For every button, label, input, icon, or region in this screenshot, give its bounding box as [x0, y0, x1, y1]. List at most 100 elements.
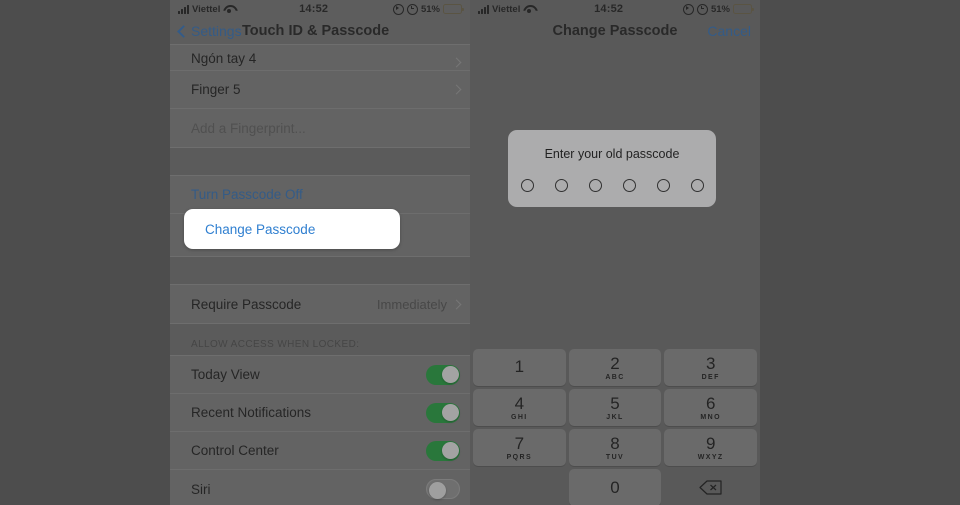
allow-access-header: ALLOW ACCESS WHEN LOCKED: — [170, 324, 470, 355]
list-item[interactable]: Finger 5 — [170, 71, 470, 109]
siri-toggle[interactable] — [426, 479, 460, 499]
list-item[interactable]: Today View — [170, 356, 470, 394]
change-passcode-phone-panel: Viettel 14:52 51% Change Passcode Cancel… — [470, 0, 760, 505]
location-arrow-icon — [682, 3, 694, 15]
today-view-toggle[interactable] — [426, 364, 460, 385]
add-fingerprint-item[interactable]: Add a Fingerprint... — [170, 109, 470, 147]
fingerprint-label: Finger 5 — [191, 82, 241, 97]
list-item[interactable]: Control Center — [170, 432, 470, 470]
fingerprints-group: Ngón tay 4 Finger 5 Add a Fingerprint... — [170, 44, 470, 148]
key-letters: GHI — [511, 413, 528, 421]
passcode-dot — [588, 179, 602, 192]
change-passcode-label: Change Passcode — [205, 221, 316, 237]
status-bar-left: Viettel 14:52 51% — [170, 0, 470, 18]
page-title: Touch ID & Passcode — [242, 23, 390, 39]
passcode-prompt: Enter your old passcode — [544, 147, 680, 161]
carrier-label: Viettel — [492, 3, 521, 15]
list-item[interactable]: Ngón tay 4 — [170, 45, 470, 71]
key-number: 4 — [514, 393, 525, 413]
key-9[interactable]: 9 WXYZ — [664, 429, 758, 466]
screenshot-stage: Viettel 14:52 51% Settings Touch ID & Pa… — [0, 0, 960, 505]
passcode-dot — [554, 179, 568, 192]
key-number: 2 — [610, 353, 620, 373]
key-3[interactable]: 3 DEF — [664, 349, 758, 386]
back-label: Settings — [191, 23, 242, 39]
key-4[interactable]: 4 GHI — [473, 389, 566, 426]
battery-low-power-icon — [733, 4, 754, 14]
add-fingerprint-label: Add a Fingerprint... — [191, 120, 306, 136]
list-item[interactable]: Recent Notifications — [170, 394, 470, 432]
turn-passcode-off-label: Turn Passcode Off — [191, 187, 303, 202]
group-spacer — [170, 148, 470, 175]
siri-label: Siri — [191, 481, 211, 497]
keypad-row: 0 — [473, 469, 757, 505]
key-letters: ABC — [605, 373, 625, 381]
key-number: 7 — [514, 433, 525, 453]
require-passcode-right: Immediately — [376, 296, 462, 312]
key-blank — [473, 469, 566, 505]
passcode-dot — [622, 179, 636, 192]
key-number: 6 — [705, 393, 716, 413]
wifi-icon — [223, 5, 234, 14]
chevron-left-icon — [177, 24, 190, 38]
wifi-icon — [523, 5, 534, 14]
back-to-settings-button[interactable]: Settings — [177, 23, 242, 39]
recent-notifications-toggle[interactable] — [426, 402, 460, 423]
passcode-dot — [656, 179, 670, 192]
keypad-row: 7 PQRS 8 TUV 9 WXYZ — [473, 429, 758, 466]
status-bar-left-cluster: Viettel — [178, 4, 234, 15]
clock-label: 14:52 — [299, 3, 329, 15]
keypad-row: 1 2 ABC 3 DEF — [473, 349, 758, 386]
status-bar-right: Viettel 14:52 51% — [470, 0, 760, 18]
signal-bars-icon — [478, 4, 489, 14]
fingerprint-label: Ngón tay 4 — [191, 51, 257, 66]
status-bar-right-cluster: 51% — [682, 3, 754, 15]
settings-nav-bar: Settings Touch ID & Passcode — [170, 18, 470, 44]
settings-phone-panel: Viettel 14:52 51% Settings Touch ID & Pa… — [170, 0, 470, 505]
require-passcode-item[interactable]: Require Passcode Immediately — [170, 285, 470, 323]
key-number: 3 — [705, 353, 716, 373]
signal-bars-icon — [178, 4, 189, 14]
chevron-right-icon — [451, 84, 462, 95]
chevron-right-icon — [451, 299, 462, 309]
battery-low-power-icon — [443, 4, 464, 14]
carrier-label: Viettel — [192, 3, 221, 15]
key-5[interactable]: 5 JKL — [568, 389, 662, 426]
change-passcode-nav-bar: Change Passcode Cancel — [470, 18, 760, 44]
key-6[interactable]: 6 MNO — [664, 389, 758, 426]
change-passcode-highlight-callout[interactable]: Change Passcode — [184, 209, 400, 249]
passcode-dot — [690, 179, 704, 192]
require-passcode-group: Require Passcode Immediately — [170, 284, 470, 324]
list-item[interactable]: Siri — [170, 470, 470, 505]
key-1[interactable]: 1 — [473, 349, 566, 386]
left-gutter — [0, 0, 170, 505]
numeric-keypad: 1 2 ABC 3 DEF 4 GHI 5 JKL 6 MNO 7 PQRS 8… — [470, 346, 760, 505]
allow-access-group: Today View Recent Notifications Control … — [170, 355, 470, 505]
key-letters: MNO — [700, 413, 721, 421]
alarm-clock-icon — [406, 3, 418, 15]
key-2[interactable]: 2 ABC — [568, 349, 662, 386]
key-7[interactable]: 7 PQRS — [473, 429, 566, 466]
key-delete[interactable] — [664, 469, 757, 505]
require-passcode-value: Immediately — [376, 296, 447, 312]
backspace-icon — [699, 480, 723, 495]
today-view-label: Today View — [191, 367, 260, 382]
require-passcode-label: Require Passcode — [191, 296, 302, 312]
clock-label: 14:52 — [594, 3, 624, 15]
key-letters: PQRS — [506, 453, 533, 461]
passcode-entry-area: Enter your old passcode — [470, 44, 760, 346]
group-spacer — [170, 257, 470, 284]
recent-notifications-label: Recent Notifications — [191, 405, 312, 420]
key-letters: DEF — [701, 373, 720, 381]
passcode-dialog: Enter your old passcode — [508, 130, 716, 207]
key-8[interactable]: 8 TUV — [568, 429, 662, 466]
key-0[interactable]: 0 — [568, 469, 662, 505]
status-bar-left-cluster: Viettel — [478, 4, 534, 15]
alarm-clock-icon — [696, 3, 708, 15]
control-center-toggle[interactable] — [426, 440, 460, 461]
key-number: 9 — [705, 433, 716, 453]
key-number: 0 — [610, 478, 620, 497]
keypad-row: 4 GHI 5 JKL 6 MNO — [473, 389, 758, 426]
settings-list: Ngón tay 4 Finger 5 Add a Fingerprint...… — [170, 44, 470, 505]
cancel-button[interactable]: Cancel — [707, 23, 751, 39]
